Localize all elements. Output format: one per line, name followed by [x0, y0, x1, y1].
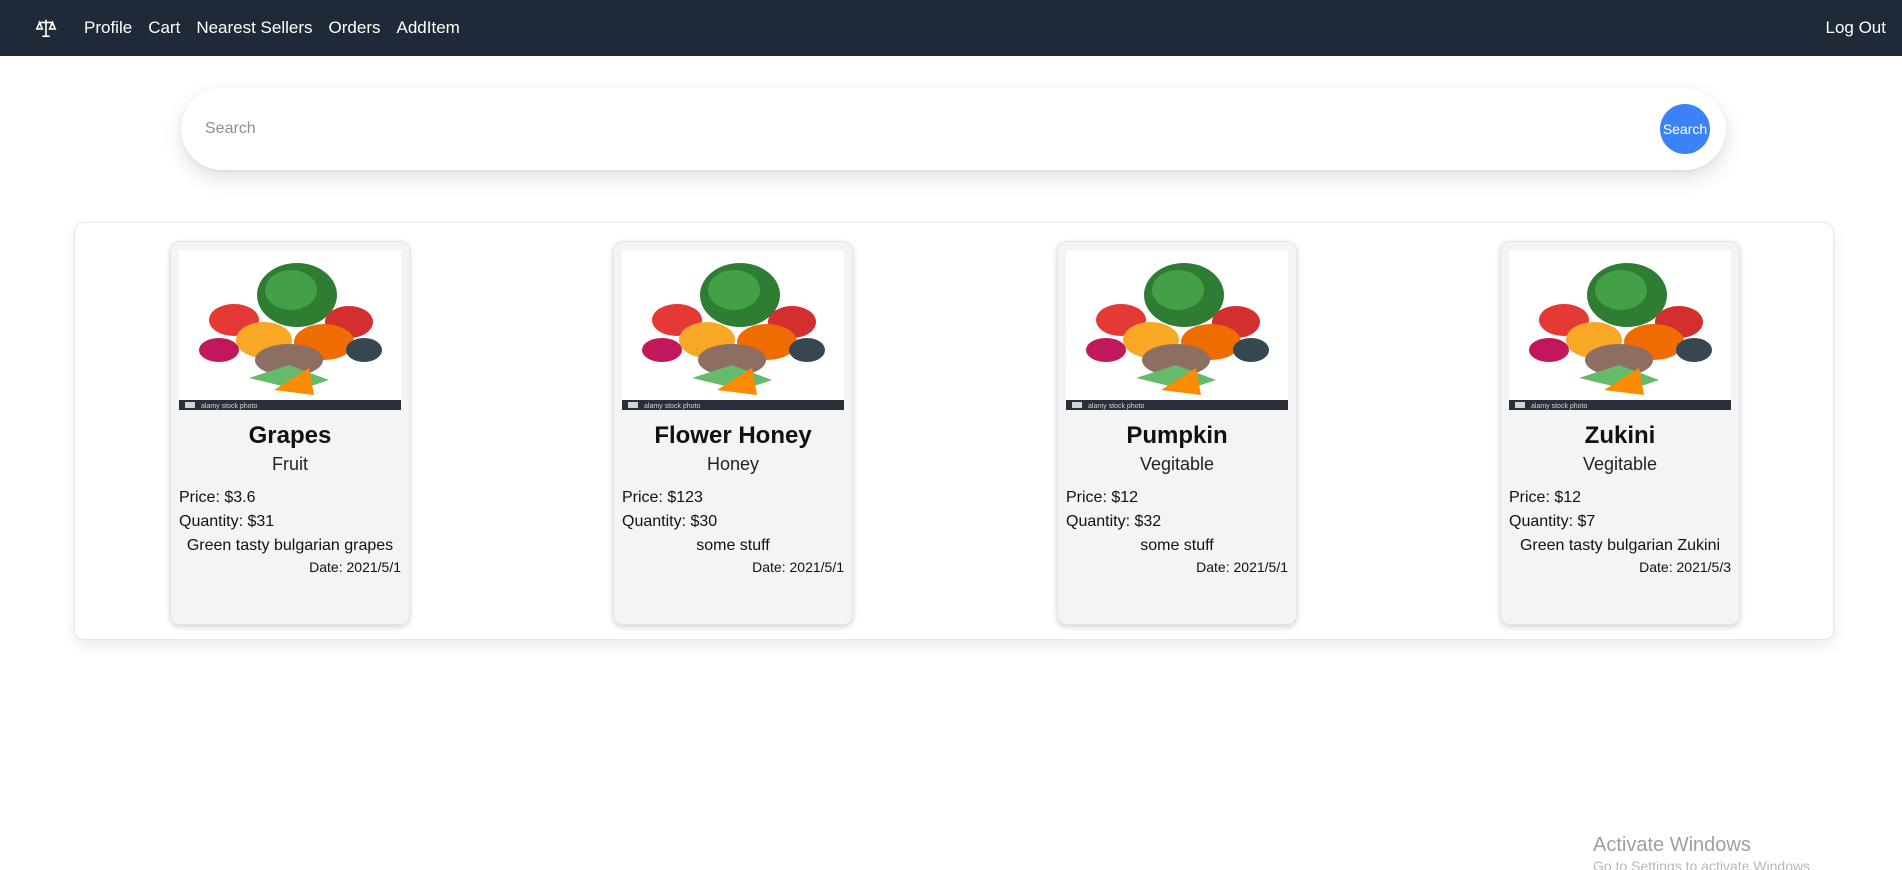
product-description: Green tasty bulgarian Zukini — [1519, 537, 1721, 554]
product-quantity: Quantity: $30 — [622, 513, 718, 530]
top-navbar: Profile Cart Nearest Sellers Orders AddI… — [0, 0, 1902, 56]
product-card-zukini[interactable]: alamy stock photo Zukini Vegitable Price… — [1500, 241, 1740, 625]
image-watermark-text: alamy stock photo — [1531, 403, 1588, 410]
nav-link-additem[interactable]: AddItem — [397, 18, 460, 38]
image-watermark-text: alamy stock photo — [201, 403, 258, 410]
product-name: Pumpkin — [1126, 422, 1228, 449]
nav-link-orders[interactable]: Orders — [329, 18, 381, 38]
product-image: alamy stock photo — [1066, 250, 1288, 410]
product-price: Price: $123 — [622, 489, 703, 506]
product-image: alamy stock photo — [1509, 250, 1731, 410]
product-category: Vegitable — [1582, 454, 1658, 474]
product-date: Date: 2021/5/1 — [752, 559, 844, 575]
product-name: Zukini — [1584, 422, 1656, 449]
product-category: Honey — [706, 454, 760, 474]
product-image: alamy stock photo — [622, 250, 844, 410]
nav-link-nearest-sellers[interactable]: Nearest Sellers — [196, 18, 312, 38]
product-price: Price: $12 — [1066, 489, 1139, 506]
search-button[interactable]: Search — [1660, 104, 1710, 154]
product-card-grapes[interactable]: alamy stock photo Grapes Fruit Price: $3… — [170, 241, 410, 625]
product-quantity: Quantity: $31 — [179, 513, 275, 530]
windows-activation-subtext: Go to Settings to activate Windows. — [1593, 858, 1814, 870]
product-description: some stuff — [696, 537, 770, 554]
product-image: alamy stock photo — [179, 250, 401, 410]
product-date: Date: 2021/5/3 — [1639, 559, 1731, 575]
product-card-flower-honey[interactable]: alamy stock photo Flower Honey Honey Pri… — [613, 241, 853, 625]
product-category: Vegitable — [1139, 454, 1215, 474]
nav-link-cart[interactable]: Cart — [148, 18, 180, 38]
product-price: Price: $3.6 — [179, 489, 256, 506]
product-quantity: Quantity: $32 — [1066, 513, 1162, 530]
product-category: Fruit — [272, 454, 308, 474]
product-card-pumpkin[interactable]: alamy stock photo Pumpkin Vegitable Pric… — [1057, 241, 1297, 625]
products-panel: alamy stock photo Grapes Fruit Price: $3… — [74, 222, 1834, 640]
nav-link-profile[interactable]: Profile — [84, 18, 132, 38]
nav-links: Profile Cart Nearest Sellers Orders AddI… — [84, 18, 476, 38]
search-bar: Search — [181, 88, 1726, 170]
product-quantity: Quantity: $7 — [1509, 513, 1596, 530]
search-input[interactable] — [205, 120, 1660, 138]
product-name: Grapes — [248, 422, 332, 449]
image-watermark-text: alamy stock photo — [1088, 403, 1145, 410]
product-name: Flower Honey — [654, 422, 812, 449]
windows-activation-watermark: Activate Windows — [1593, 834, 1751, 856]
balance-scale-icon[interactable] — [34, 16, 58, 40]
product-description: some stuff — [1140, 537, 1214, 554]
product-date: Date: 2021/5/1 — [1196, 559, 1288, 575]
product-date: Date: 2021/5/1 — [309, 559, 401, 575]
product-description: Green tasty bulgarian grapes — [186, 537, 394, 554]
logout-link[interactable]: Log Out — [1826, 18, 1887, 38]
image-watermark-text: alamy stock photo — [644, 403, 701, 410]
product-price: Price: $12 — [1509, 489, 1582, 506]
